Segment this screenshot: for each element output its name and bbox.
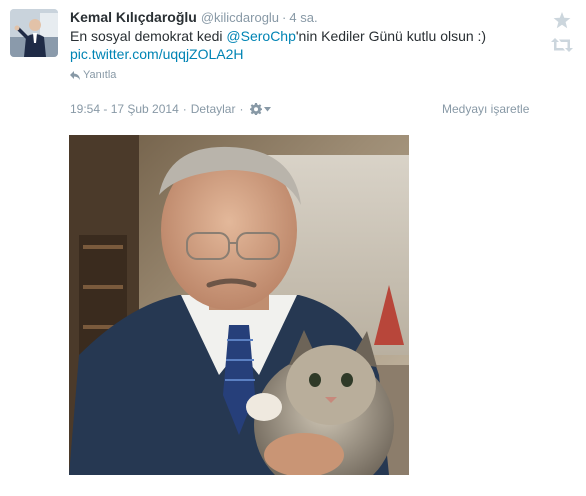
- reply-button[interactable]: Yanıtla: [70, 69, 116, 81]
- reply-label: Yanıtla: [83, 69, 117, 81]
- chevron-down-icon: [264, 106, 272, 111]
- more-options-button[interactable]: [250, 103, 272, 115]
- tweet-text: En sosyal demokrat kedi @SeroChp'nin Ked…: [70, 27, 520, 63]
- reply-arrow-icon: [70, 70, 80, 80]
- separator-dot: ·: [282, 10, 287, 25]
- avatar[interactable]: [10, 9, 58, 57]
- tweet-text-part: En sosyal demokrat kedi: [70, 28, 227, 44]
- gear-icon: [250, 103, 263, 115]
- fullname[interactable]: Kemal Kılıçdaroğlu: [70, 9, 197, 25]
- flag-media-link[interactable]: Medyayı işaretle: [442, 102, 529, 116]
- separator-dot: ·: [239, 102, 244, 116]
- tweet-photo[interactable]: [69, 135, 409, 475]
- tweet-text-part: 'nin Kediler Günü kutlu olsun :): [295, 28, 487, 44]
- mention-link[interactable]: @SeroChp: [226, 28, 295, 44]
- tweet-header: Kemal Kılıçdaroğlu @kilicdaroglu · 4 sa.: [70, 8, 318, 27]
- separator-dot: ·: [182, 102, 187, 116]
- tweet: Kemal Kılıçdaroğlu @kilicdaroglu · 4 sa. En…: [0, 0, 586, 496]
- tweet-time[interactable]: 4 sa.: [289, 10, 317, 25]
- star-icon[interactable]: [553, 12, 571, 34]
- tweet-meta: 19:54 - 17 Şub 2014 · Detaylar ·: [70, 102, 275, 116]
- username[interactable]: @kilicdaroglu: [201, 10, 279, 25]
- retweet-icon[interactable]: [551, 38, 573, 57]
- details-link[interactable]: Detaylar: [191, 102, 236, 116]
- pic-link[interactable]: pic.twitter.com/uqqjZOLA2H: [70, 46, 244, 62]
- timestamp[interactable]: 19:54 - 17 Şub 2014: [70, 102, 179, 116]
